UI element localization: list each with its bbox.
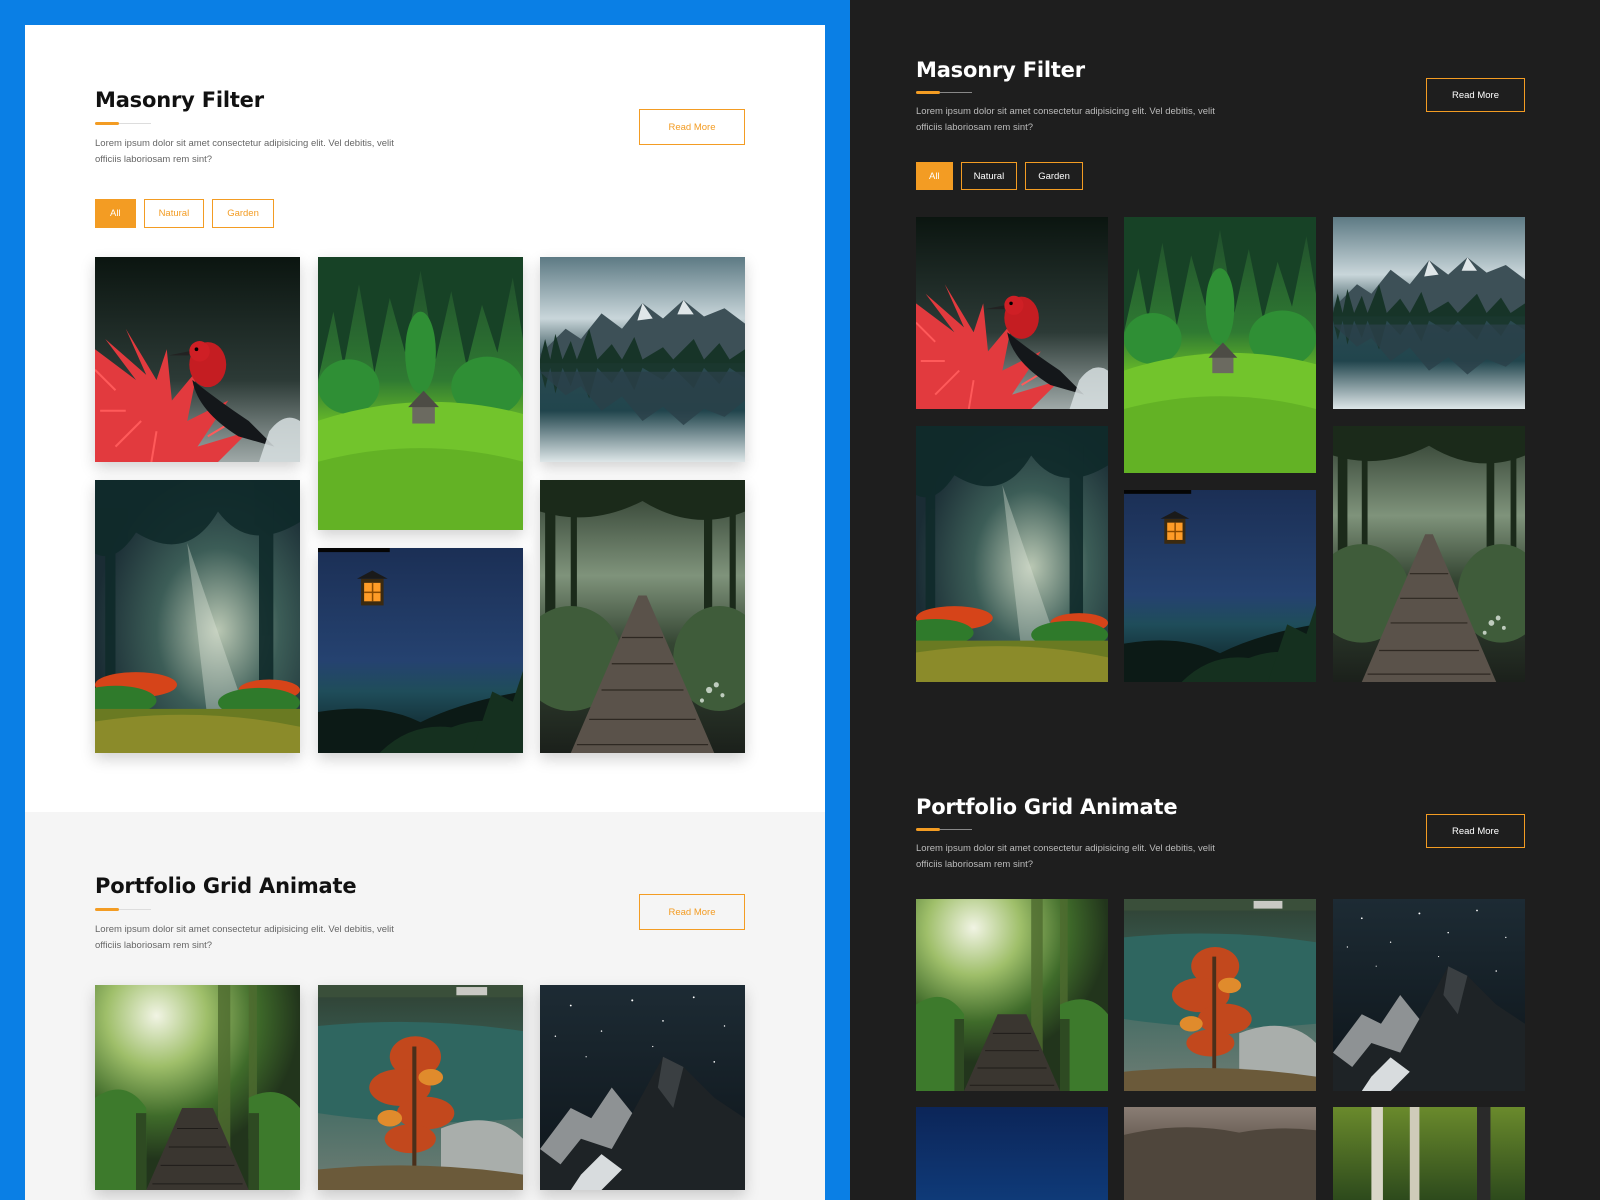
section-description: Lorem ipsum dolor sit amet consectetur a… xyxy=(95,924,394,951)
mountain-lake-reflection-image[interactable] xyxy=(1333,217,1525,409)
birch-forest-image[interactable] xyxy=(1333,1107,1525,1200)
filter-natural-button[interactable]: Natural xyxy=(143,199,205,228)
section-title: Portfolio Grid Animate xyxy=(95,874,357,898)
dark-masonry-block: Masonry Filter Lorem ipsum dolor sit ame… xyxy=(916,58,1526,198)
title-underline xyxy=(916,828,972,831)
autumn-tree-lake-image[interactable] xyxy=(318,985,523,1190)
starry-mountain-image[interactable] xyxy=(540,985,745,1190)
light-portfolio-block: Portfolio Grid Animate Lorem ipsum dolor… xyxy=(95,874,745,964)
forest-walkway-image[interactable] xyxy=(95,985,300,1190)
hills-image[interactable] xyxy=(1124,1107,1316,1200)
forest-walkway-image[interactable] xyxy=(916,899,1108,1091)
title-underline xyxy=(95,122,151,125)
night-lantern-image[interactable] xyxy=(318,548,523,753)
green-meadow-cabin-image[interactable] xyxy=(318,257,523,530)
section-title: Masonry Filter xyxy=(916,58,1085,82)
filter-bar: All Natural Garden xyxy=(95,199,274,228)
read-more-button[interactable]: Read More xyxy=(639,894,745,930)
filter-garden-button[interactable]: Garden xyxy=(212,199,274,228)
section-title: Masonry Filter xyxy=(95,88,264,112)
green-meadow-cabin-image[interactable] xyxy=(1124,217,1316,473)
dark-portfolio-block: Portfolio Grid Animate Lorem ipsum dolor… xyxy=(916,795,1526,875)
read-more-button[interactable]: Read More xyxy=(1426,78,1525,112)
read-more-button[interactable]: Read More xyxy=(639,109,745,145)
filter-all-button[interactable]: All xyxy=(95,199,136,228)
forest-bridge-image[interactable] xyxy=(1333,426,1525,682)
mountain-lake-reflection-image[interactable] xyxy=(540,257,745,462)
section-description: Lorem ipsum dolor sit amet consectetur a… xyxy=(916,843,1215,870)
filter-bar: All Natural Garden xyxy=(916,162,1083,190)
filter-garden-button[interactable]: Garden xyxy=(1025,162,1083,190)
filter-natural-button[interactable]: Natural xyxy=(960,162,1018,190)
night-sky-image[interactable] xyxy=(916,1107,1108,1200)
section-title: Portfolio Grid Animate xyxy=(916,795,1178,819)
title-underline xyxy=(916,91,972,94)
red-bird-flower-image[interactable] xyxy=(916,217,1108,409)
title-underline xyxy=(95,908,151,911)
autumn-tree-lake-image[interactable] xyxy=(1124,899,1316,1091)
sunlit-forest-image[interactable] xyxy=(916,426,1108,682)
red-bird-flower-image[interactable] xyxy=(95,257,300,462)
filter-all-button[interactable]: All xyxy=(916,162,953,190)
read-more-button[interactable]: Read More xyxy=(1426,814,1525,848)
sunlit-forest-image[interactable] xyxy=(95,480,300,753)
starry-mountain-image[interactable] xyxy=(1333,899,1525,1091)
forest-bridge-image[interactable] xyxy=(540,480,745,753)
night-lantern-image[interactable] xyxy=(1124,490,1316,682)
section-description: Lorem ipsum dolor sit amet consectetur a… xyxy=(916,106,1215,133)
section-description: Lorem ipsum dolor sit amet consectetur a… xyxy=(95,138,394,165)
